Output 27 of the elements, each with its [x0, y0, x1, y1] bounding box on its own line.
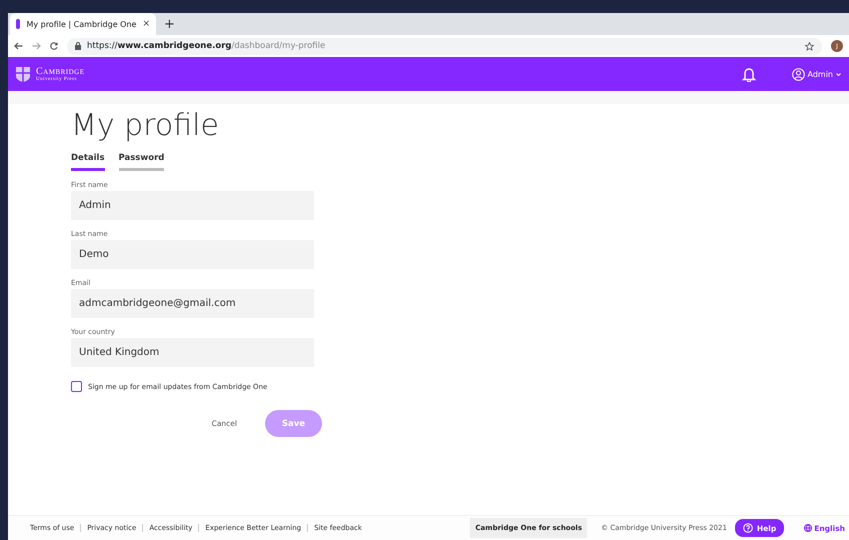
input-field[interactable]: Admin [71, 191, 314, 220]
lock-icon [75, 42, 81, 50]
crest-icon [16, 66, 30, 82]
url-text: https://www.cambridgeone.org/dashboard/my-profile [87, 41, 326, 51]
reload-icon[interactable] [50, 42, 58, 50]
help-icon [742, 523, 753, 533]
user-icon [792, 68, 804, 80]
close-icon[interactable]: × [142, 19, 150, 29]
user-menu[interactable]: Admin [792, 68, 841, 80]
star-icon[interactable] [805, 42, 814, 50]
address-bar[interactable]: https://www.cambridgeone.org/dashboard/my-profile [67, 38, 822, 54]
back-icon[interactable] [14, 42, 23, 50]
favicon-icon [16, 19, 20, 29]
input-field[interactable]: United Kingdom [71, 338, 314, 367]
browser-tab[interactable]: My profile | Cambridge One × [10, 13, 156, 35]
tab-title: My profile | Cambridge One [26, 20, 136, 28]
brand-name: Cambridge [36, 66, 85, 76]
new-tab-button[interactable]: + [164, 17, 175, 32]
profile-tab[interactable]: Password [118, 153, 164, 171]
input-field[interactable]: Demo [71, 240, 314, 269]
checkbox[interactable] [71, 381, 82, 392]
profile-tab[interactable]: Details [71, 153, 105, 171]
page-title: My profile [71, 108, 220, 143]
input-field[interactable]: admcambridgeone@gmail.com [71, 289, 314, 318]
globe-icon [804, 524, 812, 532]
caret-icon [836, 72, 841, 76]
bell-icon[interactable] [742, 66, 756, 82]
